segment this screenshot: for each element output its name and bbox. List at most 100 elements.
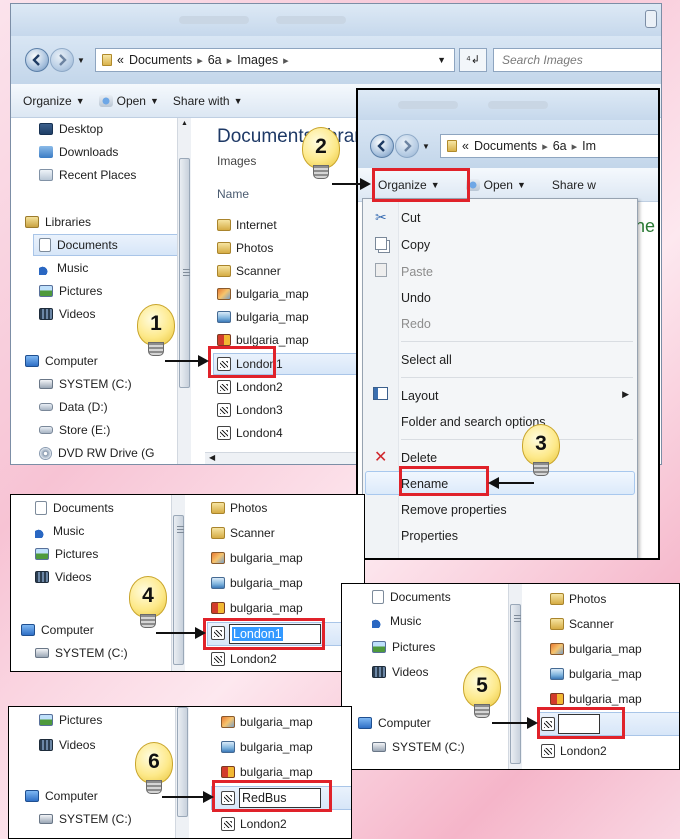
file-item[interactable]: London2 [217,380,283,394]
file-item[interactable]: bulgaria_map [211,576,303,590]
refresh-button[interactable]: ⁴↲ [459,48,487,72]
recent-pages-dropdown[interactable]: ▼ [422,142,430,151]
nav-computer[interactable]: Computer [358,716,431,730]
nav-dvd-g[interactable]: DVD RW Drive (G [39,446,154,460]
nav-pictures[interactable]: Pictures [35,547,98,561]
file-item[interactable]: Scanner [211,526,275,540]
image-file-icon [550,693,564,705]
file-item[interactable]: London4 [217,426,283,440]
menu-paste[interactable]: Paste [401,265,433,279]
nav-pictures[interactable]: Pictures [39,713,102,727]
breadcrumb-6a[interactable]: 6a [553,139,567,153]
forward-button[interactable] [50,48,74,72]
nav-data-d[interactable]: Data (D:) [39,400,108,414]
nav-documents[interactable]: Documents [35,501,114,515]
folder-icon [447,140,457,152]
file-item[interactable]: London3 [217,403,283,417]
nav-scrollbar[interactable] [175,707,189,838]
cut-icon: ✂ [375,209,387,225]
breadcrumb-documents[interactable]: Documents [129,53,192,67]
file-item[interactable]: bulgaria_map [550,692,642,706]
menu-copy[interactable]: Copy [401,238,430,252]
menu-select-all[interactable]: Select all [401,353,452,367]
file-item[interactable]: Photos [550,592,606,606]
nav-videos[interactable]: Videos [372,665,428,679]
breadcrumb-images[interactable]: Im [582,139,596,153]
column-header-name[interactable]: Name [217,187,249,201]
nav-store-e[interactable]: Store (E:) [39,423,110,437]
menu-properties[interactable]: Properties [401,529,458,543]
nav-scroll-thumb[interactable] [179,158,190,388]
menu-layout[interactable]: Layout [401,389,439,403]
file-hscrollbar[interactable]: ◀ [205,452,363,464]
nav-scrollbar[interactable]: ▲ [177,118,191,464]
file-item[interactable]: bulgaria_map [550,667,642,681]
nav-system-c[interactable]: SYSTEM (C:) [372,740,465,754]
file-item[interactable]: bulgaria_map [221,740,313,754]
nav-scrollbar[interactable] [508,584,522,769]
nav-libraries[interactable]: Libraries [25,215,91,229]
nav-pictures[interactable]: Pictures [372,640,435,654]
nav-system-c[interactable]: SYSTEM (C:) [39,377,132,391]
file-item[interactable]: bulgaria_map [221,715,313,729]
menu-cut[interactable]: Cut [401,211,420,225]
file-item[interactable]: Photos [217,241,273,255]
menu-redo[interactable]: Redo [401,317,431,331]
file-item[interactable]: bulgaria_map [217,310,309,324]
menu-delete[interactable]: Delete [401,451,437,465]
nav-recent-places[interactable]: Recent Places [39,168,136,182]
file-item[interactable]: bulgaria_map [217,333,309,347]
address-bar[interactable]: « Documents ▸ 6a ▸ Im [440,134,658,158]
forward-button[interactable] [395,134,419,158]
nav-music[interactable]: Music [372,614,421,628]
file-item[interactable]: Internet [217,218,277,232]
open-button[interactable]: Open ▼ [465,178,526,192]
file-item[interactable]: London2 [221,817,287,831]
nav-downloads[interactable]: Downloads [39,145,118,159]
nav-pictures[interactable]: Pictures [39,284,102,298]
nav-videos[interactable]: Videos [35,570,91,584]
nav-computer[interactable]: Computer [25,789,98,803]
back-button[interactable] [370,134,394,158]
file-item[interactable]: bulgaria_map [211,551,303,565]
back-button[interactable] [25,48,49,72]
file-item[interactable]: bulgaria_map [211,601,303,615]
nav-system-c[interactable]: SYSTEM (C:) [39,812,132,826]
nav-desktop[interactable]: Desktop [39,122,103,136]
breadcrumb-images[interactable]: Images [237,53,278,67]
breadcrumb-6a[interactable]: 6a [208,53,222,67]
file-item[interactable]: bulgaria_map [221,765,313,779]
breadcrumb-overflow[interactable]: « [117,53,124,67]
address-bar[interactable]: « Documents ▸ 6a ▸ Images ▸ ▼ [95,48,455,72]
nav-videos[interactable]: Videos [39,738,95,752]
nav-music[interactable]: Music [39,261,88,275]
file-item[interactable]: Scanner [550,617,614,631]
share-with-button[interactable]: Share with ▼ [173,94,243,108]
nav-scrollbar[interactable] [171,495,185,671]
share-with-button[interactable]: Share w [552,178,596,192]
breadcrumb-overflow[interactable]: « [462,139,469,153]
menu-undo[interactable]: Undo [401,291,431,305]
file-item[interactable]: London2 [211,652,277,666]
nav-music[interactable]: Music [35,524,84,538]
file-item[interactable]: bulgaria_map [550,642,642,656]
file-item[interactable]: Scanner [217,264,281,278]
window-controls[interactable] [645,10,657,28]
nav-computer[interactable]: Computer [25,354,98,368]
image-file-icon [211,577,225,589]
search-input[interactable]: Search Images [493,48,661,72]
menu-remove-properties[interactable]: Remove properties [401,503,507,517]
file-item[interactable]: London2 [541,744,607,758]
breadcrumb-documents[interactable]: Documents [474,139,537,153]
recent-pages-dropdown[interactable]: ▼ [77,56,85,65]
nav-videos[interactable]: Videos [39,307,95,321]
file-item[interactable]: bulgaria_map [217,287,309,301]
nav-system-c[interactable]: SYSTEM (C:) [35,646,128,660]
open-button[interactable]: Open ▼ [98,94,159,108]
nav-computer[interactable]: Computer [21,623,94,637]
file-item[interactable]: Photos [211,501,267,515]
address-dropdown-icon[interactable]: ▼ [437,55,446,65]
nav-documents[interactable]: Documents [39,238,118,252]
organize-button[interactable]: Organize ▼ [23,94,85,108]
nav-documents[interactable]: Documents [372,590,451,604]
